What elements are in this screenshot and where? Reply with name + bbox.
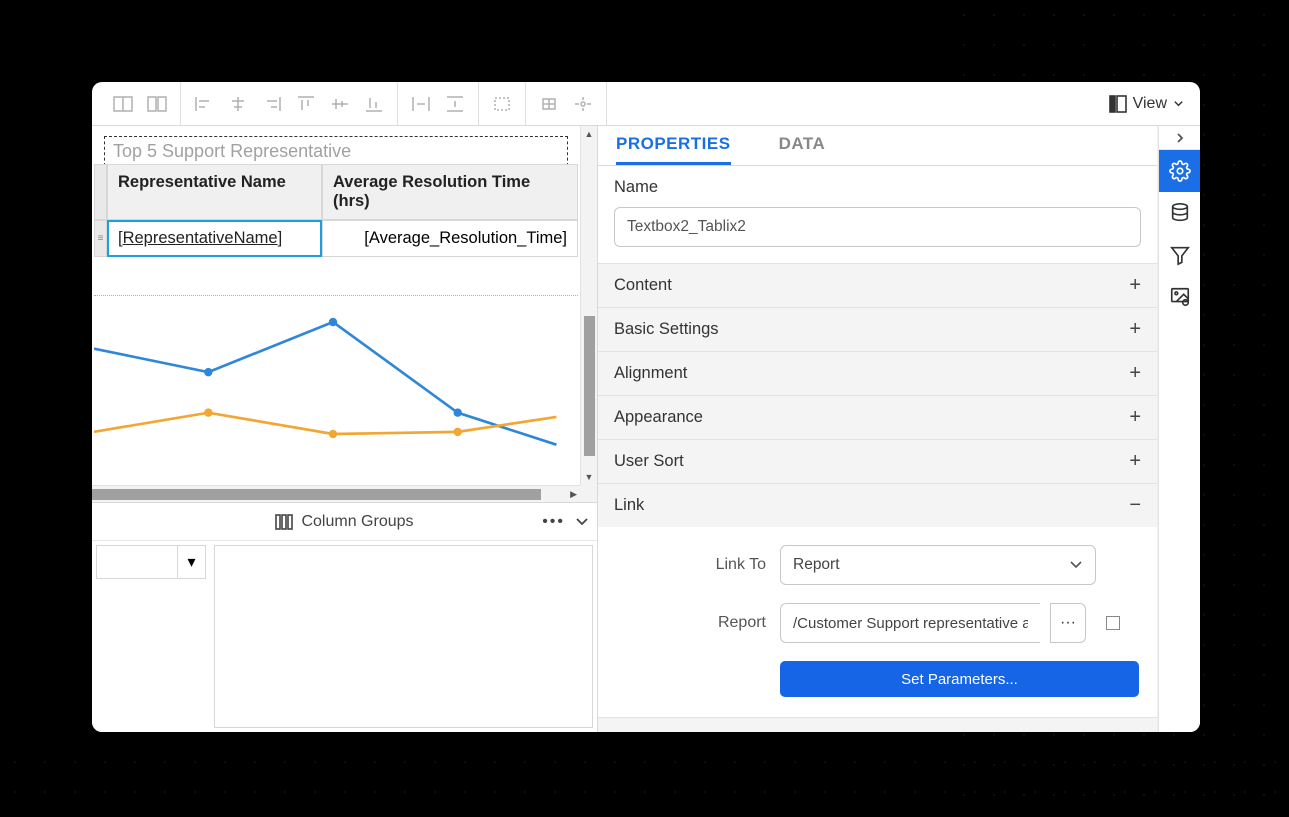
col-header-avg-time[interactable]: Average Resolution Time (hrs) [322, 164, 578, 220]
tablix: Representative Name Average Resolution T… [94, 164, 578, 257]
properties-pane: PROPERTIES DATA Name Content+ Basic Sett… [598, 126, 1158, 732]
image-manager-rail-button[interactable] [1159, 276, 1201, 318]
collapse-panel-button[interactable] [1159, 126, 1200, 150]
col-header-rep-name[interactable]: Representative Name [107, 164, 322, 220]
align-left-icon[interactable] [187, 87, 221, 121]
align-top-icon[interactable] [289, 87, 323, 121]
row-handle[interactable] [94, 164, 107, 220]
section-link[interactable]: Link− [598, 484, 1157, 527]
align-right-icon[interactable] [255, 87, 289, 121]
right-icon-rail [1158, 126, 1200, 732]
gear-icon [1169, 160, 1191, 182]
report-checkbox[interactable] [1106, 616, 1120, 630]
section-position[interactable]: Position+ [598, 718, 1157, 732]
name-input[interactable] [614, 207, 1141, 247]
align-bottom-icon[interactable] [357, 87, 391, 121]
name-label: Name [614, 178, 1141, 197]
database-icon [1169, 202, 1191, 224]
view-label: View [1133, 95, 1167, 113]
distribute-v-icon[interactable] [438, 87, 472, 121]
dropdown-icon[interactable]: ▾ [177, 546, 205, 578]
report-path-input[interactable] [780, 603, 1040, 643]
snap-grid-icon[interactable] [566, 87, 600, 121]
section-content[interactable]: Content+ [598, 264, 1157, 307]
cell-rep-name[interactable]: [[RepresentativeName]RepresentativeName] [107, 220, 322, 257]
tab-data[interactable]: DATA [779, 126, 826, 165]
link-to-select[interactable]: Report [780, 545, 1096, 585]
size-to-grid-icon[interactable] [485, 87, 519, 121]
section-alignment[interactable]: Alignment+ [598, 352, 1157, 395]
section-appearance[interactable]: Appearance+ [598, 396, 1157, 439]
app-frame: View Top 5 Support Representative Repres… [92, 82, 1200, 732]
distribute-h-icon[interactable] [404, 87, 438, 121]
cell-avg-time[interactable]: [Average_Resolution_Time] [322, 220, 578, 257]
tab-properties[interactable]: PROPERTIES [616, 126, 731, 165]
groups-header: Column Groups ••• [92, 503, 597, 541]
toolbar: View [92, 82, 1200, 126]
align-middle-v-icon[interactable] [323, 87, 357, 121]
report-title-placeholder[interactable]: Top 5 Support Representative [104, 136, 568, 166]
image-settings-icon [1169, 286, 1191, 308]
report-label: Report [616, 614, 766, 632]
browse-report-button[interactable]: ··· [1050, 603, 1086, 643]
h-scrollbar[interactable]: ▶ [92, 485, 580, 502]
groups-header-label: Column Groups [301, 513, 413, 531]
section-basic-settings[interactable]: Basic Settings+ [598, 308, 1157, 351]
design-canvas[interactable]: Top 5 Support Representative Representat… [92, 126, 597, 502]
data-rail-button[interactable] [1159, 192, 1201, 234]
same-size-icon[interactable] [532, 87, 566, 121]
properties-rail-button[interactable] [1159, 150, 1201, 192]
split-cells-icon[interactable] [140, 87, 174, 121]
row-handle[interactable]: ≡ [94, 220, 107, 257]
chevron-down-icon[interactable] [575, 515, 589, 529]
parameters-rail-button[interactable] [1159, 234, 1201, 276]
groups-panel: Column Groups ••• ▾ [92, 502, 597, 732]
columns-icon [275, 513, 293, 531]
main-area: Top 5 Support Representative Representat… [92, 126, 1200, 732]
merge-cells-icon[interactable] [106, 87, 140, 121]
chevron-down-icon [1069, 558, 1083, 572]
design-canvas-pane: Top 5 Support Representative Representat… [92, 126, 598, 732]
column-group-area[interactable] [214, 545, 593, 728]
view-menu-button[interactable]: View [1101, 87, 1192, 121]
set-parameters-button[interactable]: Set Parameters... [780, 661, 1139, 697]
chart-placeholder[interactable] [94, 306, 578, 466]
more-icon[interactable]: ••• [542, 513, 565, 531]
row-group-item[interactable]: ▾ [96, 545, 206, 579]
filter-icon [1169, 244, 1191, 266]
link-to-label: Link To [616, 556, 766, 574]
v-scrollbar[interactable]: ▲ ▼ [580, 126, 597, 485]
align-center-h-icon[interactable] [221, 87, 255, 121]
section-user-sort[interactable]: User Sort+ [598, 440, 1157, 483]
